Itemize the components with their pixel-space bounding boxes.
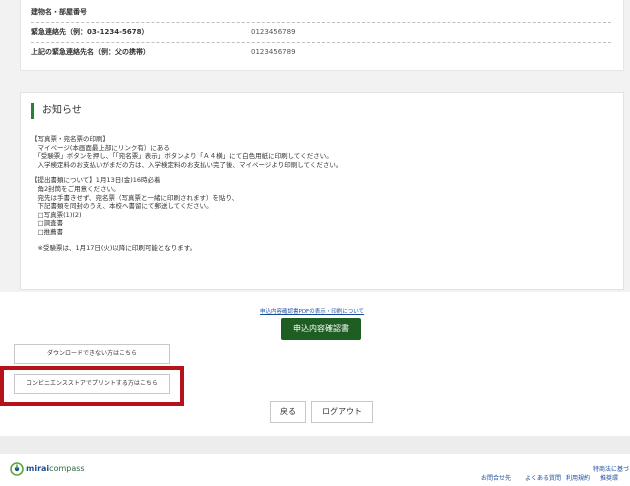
footer-link-legal[interactable]: 特商法に基づく表示 xyxy=(593,464,630,473)
confirm-document-button[interactable]: 申込内容確認書 xyxy=(281,318,361,340)
notice-line: □推薦書 xyxy=(31,227,64,236)
row-value: 0123456789 xyxy=(251,28,296,36)
notice-line: 入学検定料のお支払いがまだの方は、入学検定料のお支払い完了後、マイページより印刷… xyxy=(31,160,343,169)
logo-bold: mirai xyxy=(26,464,50,473)
contact-panel: 建物名・部屋番号 緊急連絡先（例：03-1234-5678） 012345678… xyxy=(0,0,630,80)
table-row: 緊急連絡先（例：03-1234-5678） 0123456789 xyxy=(31,22,611,43)
notice-body: 【写真票・宛名票の印刷】 マイページ(本画面最上部にリンク有）にある 「受験票」… xyxy=(31,135,611,252)
logo-rest: compass xyxy=(49,464,85,473)
download-help-button[interactable]: ダウンロードできない方はこちら xyxy=(14,344,170,364)
contact-table: 建物名・部屋番号 緊急連絡先（例：03-1234-5678） 012345678… xyxy=(20,0,624,71)
row-label: 建物名・部屋番号 xyxy=(31,8,87,16)
footer-link-faq[interactable]: よくある質問 xyxy=(525,473,561,482)
notice-line: 下記書類を同封のうえ、本校へ書留にて郵送してください。 xyxy=(31,202,213,211)
notice-line: □調査書 xyxy=(31,219,64,228)
footer-link-env[interactable]: 推奨環 xyxy=(600,473,618,482)
notice-box: お知らせ 【写真票・宛名票の印刷】 マイページ(本画面最上部にリンク有）にある … xyxy=(20,92,624,290)
table-row: 上記の緊急連絡先名（例：父の携帯） 0123456789 xyxy=(31,42,611,62)
notice-line: 宛先は手書きせず、宛名票（写真票と一緒に印刷されます）を貼り、 xyxy=(31,193,239,202)
notice-line: 【提出書類について】1月13日(金)16時必着 xyxy=(31,176,161,185)
notice-title: お知らせ xyxy=(31,103,82,119)
notice-line xyxy=(31,237,611,244)
notice-line: 【写真票・宛名票の印刷】 xyxy=(31,135,109,143)
notice-line: ※受験票は、1月17日(火)以降に印刷可能となります。 xyxy=(31,243,197,252)
notice-line: □写真票(1)(2) xyxy=(31,210,82,219)
logout-button[interactable]: ログアウト xyxy=(311,401,373,423)
row-label: 上記の緊急連絡先名（例：父の携帯） xyxy=(31,48,150,56)
footer-link-terms[interactable]: 利用規約 xyxy=(566,473,590,482)
row-label: 緊急連絡先（例：03-1234-5678） xyxy=(31,28,149,36)
notice-line: 角2封筒をご用意ください。 xyxy=(31,184,120,193)
row-value: 0123456789 xyxy=(251,48,296,56)
table-row: 建物名・部屋番号 xyxy=(31,2,611,23)
logo-text: miraicompass xyxy=(26,464,85,473)
notice-line: マイページ(本画面最上部にリンク有）にある xyxy=(31,143,170,152)
notice-line: 「受験票」ボタンを押し、「「宛名票」表示」ボタンより「Ａ４横」にて白色用紙に印刷… xyxy=(31,152,333,161)
footer-link-contact[interactable]: お問合せ先 xyxy=(481,473,511,482)
convenience-store-print-button[interactable]: コンビニエンスストアでプリントする方はこちら xyxy=(14,374,170,394)
pdf-print-link[interactable]: 申込内容確認書PDFの表示・印刷について xyxy=(260,307,364,315)
compass-logo-icon xyxy=(10,462,24,476)
footer-band xyxy=(0,436,630,454)
notice-section: お知らせ 【写真票・宛名票の印刷】 マイページ(本画面最上部にリンク有）にある … xyxy=(0,80,630,292)
back-button[interactable]: 戻る xyxy=(270,401,306,423)
